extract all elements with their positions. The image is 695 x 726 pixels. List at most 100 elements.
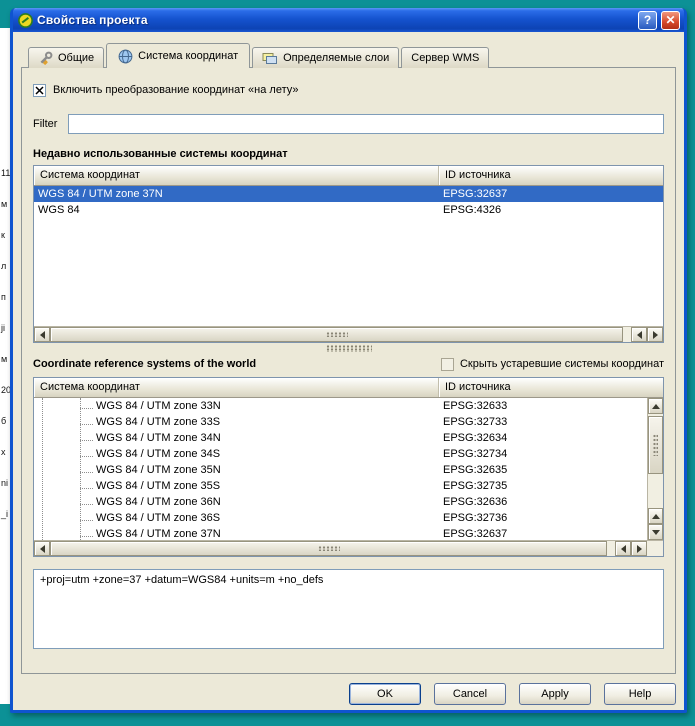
- scrollbar-thumb[interactable]: [50, 541, 607, 556]
- world-crs-header-row: Coordinate reference systems of the worl…: [33, 355, 664, 373]
- scrollbar-track[interactable]: [50, 541, 615, 556]
- tab-label: Сервер WMS: [411, 52, 479, 64]
- scroll-left-button[interactable]: [34, 541, 50, 556]
- world-crs-scroll-area: WGS 84 / UTM zone 33NEPSG:32633WGS 84 / …: [34, 398, 663, 540]
- window-title: Свойства проекта: [37, 13, 634, 27]
- table-row[interactable]: WGS 84 / UTM zone 36NEPSG:32636: [34, 494, 663, 510]
- column-header-crs[interactable]: Система координат: [34, 166, 439, 185]
- tab-wms-server[interactable]: Сервер WMS: [401, 47, 489, 68]
- tab-identifiable-layers[interactable]: Определяемые слои: [252, 47, 399, 68]
- dialog-body: Общие Система координат: [13, 32, 684, 710]
- globe-icon: [118, 49, 133, 64]
- cancel-button[interactable]: Cancel: [434, 683, 506, 705]
- scrollbar-thumb[interactable]: [648, 416, 663, 474]
- recent-crs-table: Система координат ID источника WGS 84 / …: [33, 165, 664, 343]
- table-row[interactable]: WGS 84 / UTM zone 33SEPSG:32733: [34, 414, 663, 430]
- project-properties-dialog: Свойства проекта ? ✕ Общие: [10, 8, 687, 713]
- checkbox-unchecked-icon: [441, 358, 454, 371]
- vertical-scrollbar[interactable]: [647, 398, 663, 540]
- crs-id-cell: EPSG:32637: [439, 188, 663, 200]
- table-row[interactable]: WGS 84 / UTM zone 33NEPSG:32633: [34, 398, 663, 414]
- proj4-text[interactable]: +proj=utm +zone=37 +datum=WGS84 +units=m…: [33, 569, 664, 649]
- table-row[interactable]: WGS 84 / UTM zone 34SEPSG:32734: [34, 446, 663, 462]
- crs-id-cell: EPSG:32735: [439, 480, 663, 492]
- background-text-fragment: х: [1, 447, 6, 457]
- layers-icon: [262, 51, 278, 66]
- filter-row: Filter: [33, 114, 664, 134]
- background-text-fragment: м: [1, 354, 7, 364]
- scroll-right-button[interactable]: [631, 541, 647, 556]
- crs-id-cell: EPSG:32635: [439, 464, 663, 476]
- help-button-bottom[interactable]: Help: [604, 683, 676, 705]
- ok-button[interactable]: OK: [349, 683, 421, 705]
- crs-id-cell: EPSG:32736: [439, 512, 663, 524]
- background-text-fragment: п: [1, 292, 6, 302]
- background-text-fragment: ji: [1, 323, 5, 333]
- title-bar[interactable]: Свойства проекта ? ✕: [13, 8, 684, 32]
- horizontal-scrollbar[interactable]: [34, 540, 663, 556]
- hide-deprecated-label: Скрыть устаревшие системы координат: [460, 358, 664, 370]
- column-header-source-id[interactable]: ID источника: [439, 378, 663, 397]
- help-button[interactable]: ?: [638, 11, 657, 30]
- table-row[interactable]: WGS 84 / UTM zone 37NEPSG:32637: [34, 526, 663, 540]
- hide-deprecated-checkbox[interactable]: Скрыть устаревшие системы координат: [441, 358, 664, 371]
- column-header-crs[interactable]: Система координат: [34, 378, 439, 397]
- crs-name-cell: WGS 84 / UTM zone 35N: [34, 464, 439, 476]
- apply-button[interactable]: Apply: [519, 683, 591, 705]
- qgis-icon: [18, 13, 33, 28]
- otf-transform-checkbox[interactable]: Включить преобразование координат «на ле…: [33, 82, 664, 98]
- crs-name-cell: WGS 84 / UTM zone 34S: [34, 448, 439, 460]
- background-text-fragment: б: [1, 416, 6, 426]
- scroll-left-button[interactable]: [631, 327, 647, 342]
- background-text-fragment: к: [1, 230, 5, 240]
- crs-name-cell: WGS 84 / UTM zone 34N: [34, 432, 439, 444]
- table-header: Система координат ID источника: [34, 378, 663, 398]
- background-text-fragment: 11: [1, 168, 10, 178]
- background-text-fragment: ni: [1, 478, 8, 488]
- tab-crs[interactable]: Система координат: [106, 43, 250, 68]
- background-text-fragment: м: [1, 199, 7, 209]
- crs-id-cell: EPSG:32637: [439, 528, 663, 540]
- scroll-left-button[interactable]: [34, 327, 50, 342]
- checkbox-checked-icon: [33, 84, 46, 97]
- crs-name-cell: WGS 84 / UTM zone 33S: [34, 416, 439, 428]
- table-row[interactable]: WGS 84 / UTM zone 34NEPSG:32634: [34, 430, 663, 446]
- recent-crs-rows: WGS 84 / UTM zone 37NEPSG:32637WGS 84EPS…: [34, 186, 663, 326]
- tab-label: Общие: [58, 52, 94, 64]
- crs-name-cell: WGS 84 / UTM zone 36N: [34, 496, 439, 508]
- crs-id-cell: EPSG:32634: [439, 432, 663, 444]
- table-row[interactable]: WGS 84 / UTM zone 35SEPSG:32735: [34, 478, 663, 494]
- horizontal-scrollbar[interactable]: [34, 326, 663, 342]
- scroll-down-button[interactable]: [648, 524, 663, 540]
- scrollbar-track[interactable]: [50, 327, 631, 342]
- scroll-right-button[interactable]: [647, 327, 663, 342]
- scroll-up-button[interactable]: [648, 398, 663, 414]
- background-text-fragment: 20: [1, 385, 10, 395]
- scroll-up-button[interactable]: [648, 508, 663, 524]
- scrollbar-thumb[interactable]: [50, 327, 623, 342]
- tab-general[interactable]: Общие: [28, 47, 104, 68]
- table-row[interactable]: WGS 84 / UTM zone 36SEPSG:32736: [34, 510, 663, 526]
- table-row[interactable]: WGS 84 / UTM zone 35NEPSG:32635: [34, 462, 663, 478]
- table-row[interactable]: WGS 84 / UTM zone 37NEPSG:32637: [34, 186, 663, 202]
- tab-label: Система координат: [138, 50, 238, 62]
- crs-id-cell: EPSG:32733: [439, 416, 663, 428]
- filter-label: Filter: [33, 118, 59, 130]
- table-row[interactable]: WGS 84EPSG:4326: [34, 202, 663, 218]
- crs-name-cell: WGS 84 / UTM zone 37N: [34, 188, 439, 200]
- desktop-background: 11мклпjiм20бхni_i Свойства проекта ? ✕: [0, 0, 695, 726]
- crs-name-cell: WGS 84 / UTM zone 36S: [34, 512, 439, 524]
- scrollbar-track[interactable]: [648, 414, 663, 508]
- splitter-handle[interactable]: [33, 343, 664, 353]
- filter-input[interactable]: [68, 114, 664, 134]
- crs-id-cell: EPSG:32633: [439, 400, 663, 412]
- world-crs-table: Система координат ID источника WGS 84 / …: [33, 377, 664, 557]
- crs-tab-content: Включить преобразование координат «на ле…: [21, 67, 676, 674]
- crs-name-cell: WGS 84 / UTM zone 37N: [34, 528, 439, 540]
- table-header: Система координат ID источника: [34, 166, 663, 186]
- recent-crs-title: Недавно использованные системы координат: [33, 148, 664, 162]
- column-header-source-id[interactable]: ID источника: [439, 166, 663, 185]
- close-button[interactable]: ✕: [661, 11, 680, 30]
- scroll-left-button[interactable]: [615, 541, 631, 556]
- crs-id-cell: EPSG:32734: [439, 448, 663, 460]
